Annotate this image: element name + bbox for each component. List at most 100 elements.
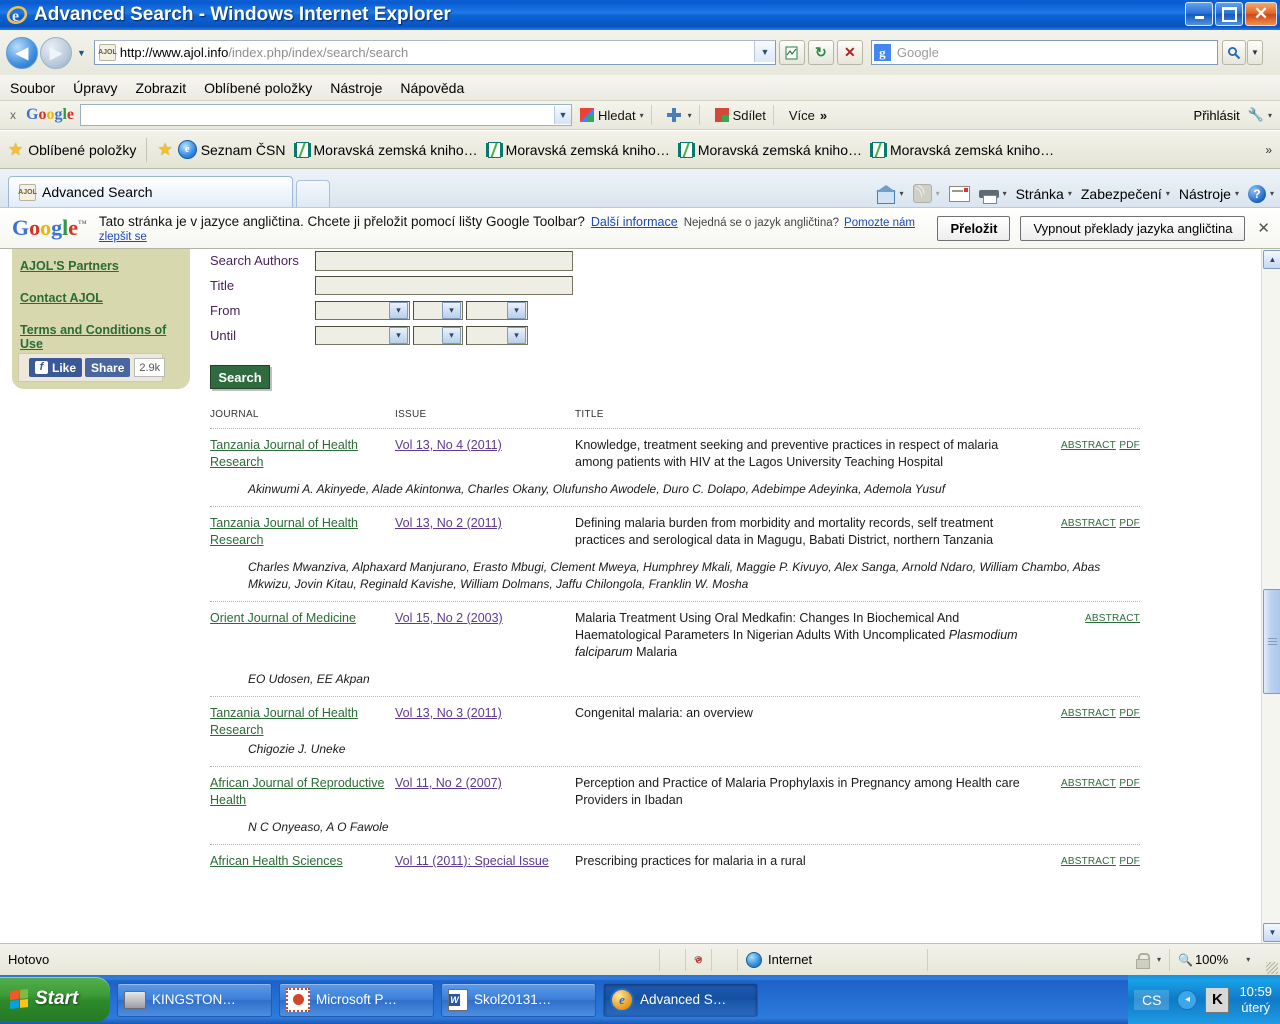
pdf-link[interactable]: PDF [1119,778,1140,789]
issue-link[interactable]: Vol 13, No 3 (2011) [395,706,502,720]
chevron-down-icon[interactable]: ▾ [1003,189,1007,198]
pdf-link[interactable]: PDF [1119,856,1140,867]
translate-button[interactable]: Přeložit [937,215,1011,241]
page-menu[interactable]: Stránka ▾ [1016,186,1072,202]
google-toolbar-search-button[interactable]: Hledat ▾ [580,108,644,123]
facebook-share-button[interactable]: Share [85,358,131,377]
clock[interactable]: 10:59 úterý [1239,984,1272,1016]
search-title-input[interactable] [315,276,573,295]
journal-link[interactable]: Tanzania Journal of Health Research [210,438,358,469]
security-zone[interactable]: Internet [738,948,928,971]
compatibility-view-icon[interactable] [778,40,805,65]
favorite-item-mzk-1[interactable]: Moravská zemská kniho… [293,141,478,158]
favorite-item-mzk-2[interactable]: Moravská zemská kniho… [485,141,670,158]
print-button[interactable]: ▾ [978,186,1007,204]
chevron-down-icon[interactable]: ▾ [688,111,692,120]
sidebar-link-partners[interactable]: AJOL'S Partners [20,259,190,273]
abstract-link[interactable]: ABSTRACT [1061,856,1116,867]
favorites-label[interactable]: Oblíbené položky [28,142,136,158]
maximize-button[interactable] [1215,2,1243,26]
pdf-link[interactable]: PDF [1119,518,1140,529]
search-options-button[interactable]: ▼ [1246,40,1263,65]
google-toolbar-search-input[interactable]: ▼ [80,104,573,126]
until-day-select[interactable]: ▾ [413,326,463,345]
facebook-like-button[interactable]: f Like [29,358,83,377]
turn-off-translation-button[interactable]: Vypnout překlady jazyka angličtina [1020,215,1246,241]
protected-mode-indicator[interactable]: ▾ [1127,948,1170,971]
wrench-icon[interactable]: 🔧 [1248,107,1264,123]
from-year-select[interactable]: ▾ [466,301,528,320]
new-tab-button[interactable] [296,180,330,207]
menu-item-file[interactable]: Soubor [10,80,55,96]
favorite-item-mzk-4[interactable]: Moravská zemská kniho… [870,141,1054,158]
tab-advanced-search[interactable]: AJOL Advanced Search [8,176,293,207]
improve-link[interactable]: zlepšit se [99,231,915,243]
scrollbar-thumb[interactable] [1263,589,1280,694]
menu-item-edit[interactable]: Úpravy [73,80,117,96]
abstract-link[interactable]: ABSTRACT [1061,708,1116,719]
tools-menu[interactable]: Nástroje ▾ [1179,186,1239,202]
issue-link[interactable]: Vol 15, No 2 (2003) [395,611,503,625]
google-toolbar-close-icon[interactable]: x [0,108,26,122]
abstract-link[interactable]: ABSTRACT [1061,518,1116,529]
close-icon[interactable]: ✕ [1257,219,1270,237]
zoom-control[interactable]: 🔍 100% ▾ [1170,949,1280,971]
start-button[interactable]: Start [0,976,110,1022]
chevron-down-icon[interactable]: ▾ [1268,111,1272,120]
minimize-button[interactable] [1185,2,1213,26]
more-info-link[interactable]: Další informace [591,215,678,229]
chevron-down-icon[interactable]: ▾ [640,111,644,120]
issue-link[interactable]: Vol 13, No 4 (2011) [395,438,502,452]
menu-item-view[interactable]: Zobrazit [136,80,187,96]
google-signin-label[interactable]: Přihlásit [1194,108,1240,123]
abstract-link[interactable]: ABSTRACT [1061,440,1116,451]
scroll-up-button[interactable]: ▲ [1263,250,1280,269]
sidebar-link-contact[interactable]: Contact AJOL [20,291,190,305]
menu-item-help[interactable]: Nápověda [400,80,464,96]
taskbar-button-word[interactable]: W Skol20131… [441,982,596,1017]
scroll-down-button[interactable]: ▼ [1263,923,1280,942]
favorite-item-mzk-3[interactable]: Moravská zemská kniho… [677,141,862,158]
google-toolbar-more-button[interactable]: Více » [789,108,827,123]
taskbar-button-powerpoint[interactable]: Microsoft P… [279,982,434,1017]
taskbar-button-advanced-search[interactable]: e Advanced S… [603,982,758,1017]
add-favorite-icon[interactable]: ★ [157,140,172,160]
language-indicator[interactable]: CS [1134,989,1170,1010]
resize-grip-icon[interactable] [1266,962,1278,974]
journal-link[interactable]: Tanzania Journal of Health Research [210,706,358,737]
favorites-overflow-icon[interactable]: » [1265,143,1272,157]
taskbar-button-kingston[interactable]: KINGSTON… [117,982,272,1017]
google-toolbar-share-button[interactable]: Sdílet [714,108,766,123]
refresh-button[interactable]: ↻ [807,40,834,65]
journal-link[interactable]: Orient Journal of Medicine [210,611,356,625]
search-submit-button[interactable]: Search [210,365,270,389]
tray-app-icon[interactable]: K [1205,986,1230,1013]
pdf-link[interactable]: PDF [1119,708,1140,719]
sidebar-link-terms[interactable]: Terms and Conditions of Use [20,323,190,351]
back-button[interactable]: ◀ [6,36,38,69]
close-button[interactable]: ✕ [1245,2,1277,26]
favorite-item-seznam-csn[interactable]: e Seznam ČSN [177,140,286,159]
until-month-select[interactable]: ▾ [315,326,410,345]
home-button[interactable]: ▾ [875,184,904,204]
menu-item-tools[interactable]: Nástroje [330,80,382,96]
journal-link[interactable]: African Health Sciences [210,854,343,868]
issue-link[interactable]: Vol 11, No 2 (2007) [395,776,502,790]
from-day-select[interactable]: ▾ [413,301,463,320]
stop-button[interactable]: ✕ [836,40,863,65]
journal-link[interactable]: African Journal of Reproductive Health [210,776,384,807]
abstract-link[interactable]: ABSTRACT [1085,613,1140,624]
menu-item-favorites[interactable]: Oblíbené položky [204,80,312,96]
journal-link[interactable]: Tanzania Journal of Health Research [210,516,358,547]
search-authors-input[interactable] [315,250,573,271]
address-dropdown-icon[interactable]: ▼ [753,41,775,62]
forward-button[interactable]: ▶ [40,36,72,69]
chevron-down-icon[interactable]: ▾ [1246,955,1250,964]
mail-button[interactable] [948,185,970,202]
page-scrollbar[interactable]: ▲ ▼ [1261,249,1280,943]
history-dropdown-icon[interactable]: ▼ [77,48,86,58]
tray-expand-icon[interactable]: ◂ [1177,989,1198,1010]
pdf-link[interactable]: PDF [1119,440,1140,451]
issue-link[interactable]: Vol 11 (2011): Special Issue [395,854,549,868]
address-input[interactable]: AJOL http://www.ajol.info/index.php/inde… [93,40,776,65]
